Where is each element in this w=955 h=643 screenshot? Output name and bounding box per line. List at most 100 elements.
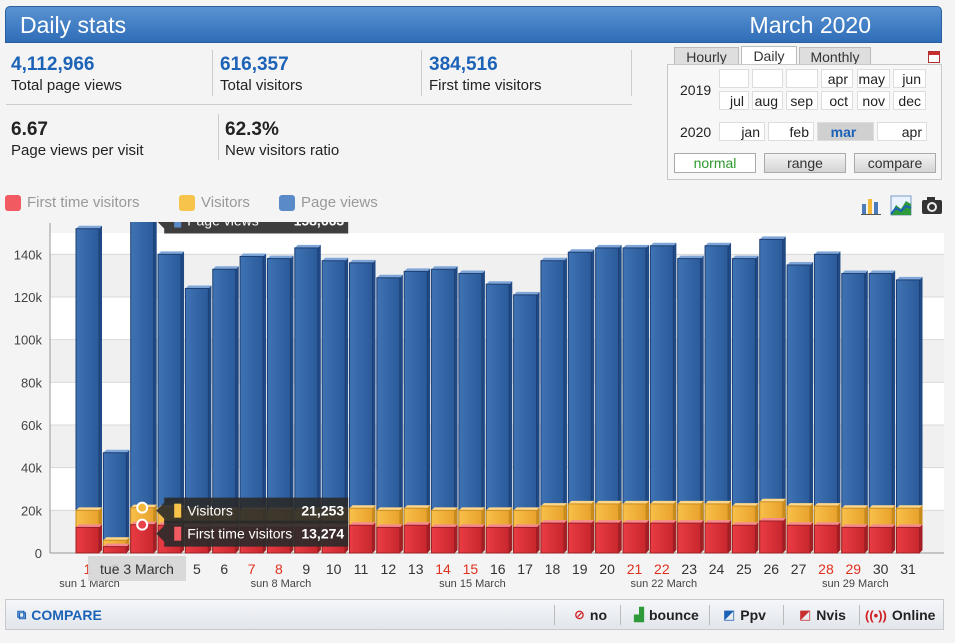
- legend-label: Page views: [301, 194, 378, 211]
- tooltip-label: Page views: [187, 222, 259, 229]
- month-cell-jan[interactable]: jan: [719, 122, 765, 141]
- first-time-visitors-bar[interactable]: [759, 520, 784, 554]
- month-cell-empty: [719, 69, 749, 88]
- legend-first-time-visitors[interactable]: First time visitors: [5, 194, 140, 211]
- filter-ppv-button[interactable]: ◩ Ppv: [723, 607, 766, 623]
- first-time-visitors-bar[interactable]: [431, 526, 456, 554]
- x-tick-label: 9: [302, 561, 310, 577]
- month-cell-apr[interactable]: apr: [821, 69, 853, 88]
- bottom-toolbar: ⧉ COMPARE ⊘ no ▟ bounce ◩ Ppv ◩ Nvis ((•…: [5, 599, 944, 630]
- legend-swatch: [279, 194, 295, 211]
- stat-new-visitors-ratio: 62.3% New visitors ratio: [225, 119, 339, 159]
- first-time-visitors-bar[interactable]: [786, 524, 811, 554]
- month-cell-feb[interactable]: feb: [768, 122, 814, 141]
- tooltip-value: 21,253: [301, 503, 344, 519]
- title-bar: Daily stats March 2020: [5, 6, 942, 43]
- bar-chart-icon[interactable]: [860, 194, 882, 216]
- x-tick-label: 31: [900, 561, 916, 577]
- divider: [212, 50, 213, 96]
- month-cell-may[interactable]: may: [857, 69, 890, 88]
- year-label: 2020: [680, 124, 712, 140]
- x-tick-label: 7: [248, 561, 256, 577]
- first-time-visitors-bar[interactable]: [567, 522, 592, 554]
- month-cell-jul[interactable]: jul: [719, 91, 749, 110]
- filter-nvis-button[interactable]: ◩ Nvis: [799, 607, 846, 623]
- period-title: March 2020: [749, 12, 871, 38]
- stat-total-page-views: 4,112,966 Total page views: [11, 54, 122, 94]
- first-time-visitors-bar[interactable]: [868, 526, 893, 554]
- first-time-visitors-bar[interactable]: [731, 524, 756, 554]
- first-time-visitors-bar[interactable]: [403, 524, 428, 554]
- first-time-visitors-bar[interactable]: [622, 522, 647, 554]
- divider: [709, 605, 710, 625]
- first-time-visitors-bar[interactable]: [349, 524, 373, 554]
- month-cell-nov[interactable]: nov: [857, 91, 890, 110]
- divider: [554, 605, 555, 625]
- legend-swatch: [179, 194, 195, 211]
- camera-icon[interactable]: [921, 194, 943, 216]
- first-time-visitors-bar[interactable]: [513, 526, 538, 554]
- first-time-visitors-bar[interactable]: [704, 522, 729, 554]
- legend-page-views[interactable]: Page views: [279, 194, 378, 211]
- first-time-visitors-bar[interactable]: [677, 522, 702, 554]
- first-time-visitors-bar[interactable]: [841, 526, 866, 554]
- mode-compare-button[interactable]: compare: [854, 153, 936, 173]
- first-time-visitors-bar[interactable]: [595, 522, 620, 554]
- week-label: sun 29 March: [822, 578, 889, 590]
- filter-label: bounce: [649, 607, 699, 623]
- stat-label: Total page views: [11, 77, 122, 94]
- month-cell-dec[interactable]: dec: [893, 91, 926, 110]
- month-cell-mar[interactable]: mar: [817, 122, 874, 141]
- month-cell-aug[interactable]: aug: [752, 91, 783, 110]
- x-tick-label: 16: [490, 561, 506, 577]
- compare-button[interactable]: ⧉ COMPARE: [17, 607, 102, 623]
- legend-swatch: [5, 194, 21, 211]
- first-time-visitors-bar[interactable]: [896, 526, 920, 554]
- first-time-visitors-bar[interactable]: [540, 522, 565, 554]
- filter-label: Nvis: [816, 607, 846, 623]
- x-tick-label: 19: [572, 561, 588, 577]
- filter-no-button[interactable]: ⊘ no: [574, 607, 607, 623]
- first-time-visitors-bar[interactable]: [75, 526, 100, 554]
- x-tick-label: 13: [408, 561, 424, 577]
- legend-label: First time visitors: [27, 194, 140, 211]
- stat-label: First time visitors: [429, 77, 542, 94]
- divider: [783, 605, 784, 625]
- mode-normal-button[interactable]: normal: [674, 153, 756, 173]
- week-label: sun 15 March: [439, 578, 506, 590]
- first-time-visitors-bar[interactable]: [102, 546, 127, 554]
- ppv-chart-icon: ◩: [723, 607, 736, 622]
- x-tick-label: 20: [599, 561, 615, 577]
- x-tick-label: 26: [763, 561, 779, 577]
- bounce-icon: ▟: [634, 607, 644, 622]
- area-chart-icon[interactable]: [890, 194, 912, 216]
- x-tick-label: 14: [435, 561, 451, 577]
- first-time-visitors-bar[interactable]: [458, 526, 483, 554]
- first-time-visitors-bar[interactable]: [485, 526, 510, 554]
- stat-page-views-per-visit: 6.67 Page views per visit: [11, 119, 144, 159]
- stat-value: 616,357: [220, 54, 289, 75]
- first-time-visitors-bar[interactable]: [376, 526, 401, 554]
- x-tick-label: 10: [326, 561, 342, 577]
- month-cell-jun[interactable]: jun: [893, 69, 926, 88]
- first-time-visitors-bar[interactable]: [649, 522, 674, 554]
- first-time-visitors-bar[interactable]: [813, 524, 838, 554]
- page-title: Daily stats: [20, 12, 127, 38]
- month-cell-apr[interactable]: apr: [877, 122, 927, 141]
- x-tick-label: 18: [545, 561, 561, 577]
- divider: [6, 104, 632, 105]
- legend-label: Visitors: [201, 194, 250, 211]
- legend-visitors[interactable]: Visitors: [179, 194, 250, 211]
- x-tick-label: 12: [381, 561, 397, 577]
- mode-range-button[interactable]: range: [764, 153, 846, 173]
- filter-bounce-button[interactable]: ▟ bounce: [634, 607, 699, 623]
- online-button[interactable]: ((•)) Online: [865, 607, 935, 623]
- x-tick-label: 22: [654, 561, 670, 577]
- page-views-bar[interactable]: [75, 228, 100, 554]
- divider: [218, 114, 219, 160]
- y-tick-label: 100k: [14, 333, 43, 348]
- calendar-icon[interactable]: [928, 51, 940, 63]
- month-cell-oct[interactable]: oct: [821, 91, 853, 110]
- month-cell-sep[interactable]: sep: [786, 91, 818, 110]
- x-tick-label: 23: [681, 561, 697, 577]
